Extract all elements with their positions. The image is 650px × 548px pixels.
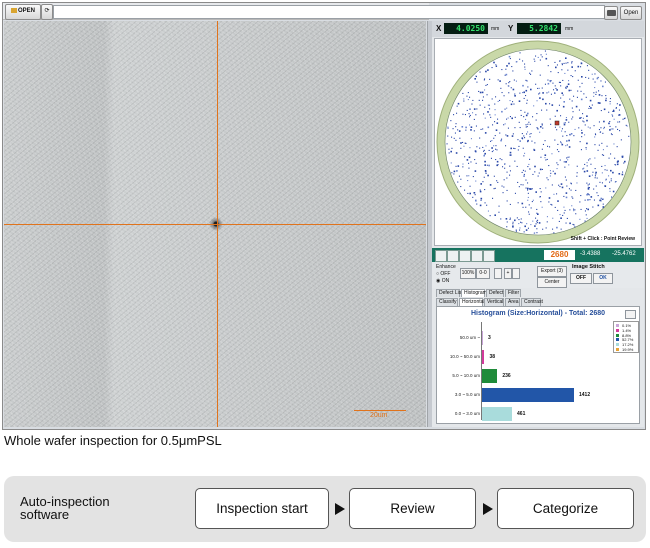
legend-label: 19.9% [622,347,634,352]
scale-bar [354,410,406,411]
center-button[interactable]: Center [537,277,567,288]
refresh-button[interactable]: ⟳ [41,4,53,20]
legend-swatch [616,348,619,351]
subtab-contrast[interactable]: Contrast [521,298,543,306]
arrow-right-icon [335,503,345,515]
y-coordinate-value: 5.2842 [517,23,561,34]
histogram-value-label: 3 [488,335,491,341]
checkbox-2[interactable] [512,268,520,279]
options-panel: Enhance ○ OFF ◉ ON 100% 0-0 + Export (3)… [432,262,644,288]
figure-caption: Whole wafer inspection for 0.5μmPSL [4,433,222,448]
x-unit: mm [491,26,500,32]
legend-entry: 19.9% [616,347,638,352]
x-label: X [436,24,442,33]
camera-button[interactable] [604,6,618,20]
sem-image-viewer[interactable]: 20um [4,21,426,427]
x-coordinate-value: 4.0250 [444,23,488,34]
y-label: Y [508,24,514,33]
enhance-off-label: OFF [440,271,451,277]
settings-tool-icon[interactable] [483,250,495,262]
camera-icon [606,10,616,16]
folder-icon [10,7,17,13]
defect-count: 2680 [544,250,575,260]
tab-histogram[interactable]: Histogram [461,289,487,297]
control-strip: 2680 -3.4388 -25.4762 [432,248,644,262]
histogram-value-label: 1412 [579,392,591,398]
stitch-ok-button[interactable]: OK [593,273,613,284]
histogram-category-label: 0.0 ~ 3.0 um [454,411,480,416]
current-defect-marker [554,120,560,126]
histogram-value-label: 236 [502,373,511,379]
legend-swatch [616,338,619,342]
open-button[interactable]: OPEN [5,4,41,20]
histogram-bar[interactable] [482,350,485,364]
histogram-category-label: 3.0 ~ 5.0 um [454,392,480,397]
toolbar: OPEN ⟳ [3,3,605,20]
enhance-on-label: ON [441,278,450,284]
histogram-category-label: 10.0 ~ 50.0 um [449,354,480,359]
stitch-off-button[interactable]: OFF [570,273,592,284]
wafer-map-panel[interactable]: Shift + Click : Point Review [434,38,642,246]
fit-tool-icon[interactable] [459,250,471,262]
workflow-title-line2: software [20,507,70,522]
zoom-select[interactable]: 100% [460,268,476,279]
y-unit: mm [565,26,574,32]
crosshair-horizontal [4,224,426,225]
coordinate-bar: X 4.0250 mm Y 5.2842 mm [432,21,644,37]
refresh-icon: ⟳ [44,8,50,14]
open-right-button[interactable]: Open [620,6,642,20]
grid-tool-icon[interactable] [471,250,483,262]
step-review: Review [349,488,476,529]
tab-filter[interactable]: Filter [505,289,521,297]
crosshair-toggle-icon[interactable]: + [504,268,512,279]
enhance-label: Enhance [436,264,456,270]
histogram-bar[interactable] [482,331,483,345]
open-button-label: OPEN [17,8,35,14]
histogram-value-label: 461 [517,411,526,417]
tab-defect-list[interactable]: Defect List [436,289,463,297]
file-path-field[interactable] [53,5,605,19]
stage-y-readout: -25.4762 [612,251,636,257]
zoom-tool-icon[interactable] [447,250,459,262]
histogram-title: Histogram (Size:Horizontal) - Total: 268… [470,310,606,317]
histogram-legend: 0.1% 1.4% 8.8% 52.7% 17.2% 19.9% [613,321,639,353]
map-caption: Shift + Click : Point Review [570,236,635,242]
scale-bar-label: 20um [370,412,388,419]
enhance-off-radio[interactable]: ○ OFF [436,271,450,277]
histogram-bar[interactable] [482,388,574,402]
image-stitch-label: Image Stitch [572,264,605,270]
subtab-vertical[interactable]: Vertical [484,298,504,306]
step-inspection-start: Inspection start [195,488,329,529]
result-tabs: Defect List Histogram Defect Filter [436,289,636,297]
wafer-map[interactable] [435,39,641,245]
checkbox-1[interactable] [494,268,502,279]
histogram-bar[interactable] [482,369,498,383]
subtab-area[interactable]: Area [505,298,520,306]
workflow-panel: Auto-inspection software Inspection star… [4,476,646,542]
legend-swatch [616,343,619,347]
legend-swatch [616,324,619,327]
subtab-horizontal[interactable]: Horizontal [459,298,485,306]
histogram-sub-tabs: Classify Horizontal Vertical Area Contrast [436,298,636,306]
histogram-category-label: 50.0 um ~ [459,335,480,340]
histogram-bar[interactable] [482,407,513,421]
export-button[interactable]: Export (3) [537,266,567,277]
stage-x-readout: -3.4388 [580,251,601,257]
enhance-on-radio[interactable]: ◉ ON [436,278,449,284]
legend-swatch [616,333,619,337]
move-tool-icon[interactable] [435,250,447,262]
print-icon[interactable] [625,310,636,319]
histogram-chart: Histogram (Size:Horizontal) - Total: 268… [436,306,640,424]
histogram-category-label: 5.0 ~ 10.0 um [452,373,480,378]
histogram-value-label: 38 [489,354,496,360]
legend-swatch [616,328,619,332]
workflow-title: Auto-inspection software [20,495,110,521]
tab-defect[interactable]: Defect [486,289,504,297]
step-categorize: Categorize [497,488,634,529]
zoom-step-button[interactable]: 0-0 [476,268,490,279]
arrow-right-icon [483,503,493,515]
subtab-classify[interactable]: Classify [436,298,458,306]
